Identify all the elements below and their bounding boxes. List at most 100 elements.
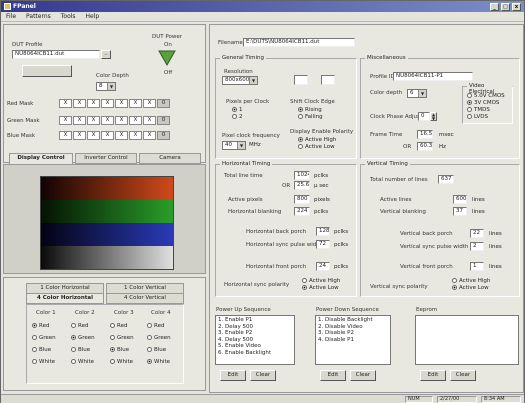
menu-patterns[interactable]: Patterns — [21, 12, 56, 21]
video-5v-cmos-radio[interactable]: 5.0V CMOS — [467, 93, 505, 99]
color-1-red-radio[interactable]: Red — [32, 323, 49, 329]
color-1-blue-radio[interactable]: Blue — [32, 347, 51, 353]
frame-time-field[interactable]: 16.57 — [417, 130, 433, 139]
mask-cell[interactable]: 0 — [157, 131, 170, 140]
color-4-green-radio[interactable]: Green — [147, 335, 171, 341]
horizontal-blanking-field[interactable]: 224 — [294, 207, 310, 216]
mask-cell[interactable]: X — [73, 99, 86, 108]
list-item[interactable]: 4. Disable P1 — [318, 337, 388, 344]
mask-cell[interactable]: X — [115, 131, 128, 140]
mask-cell[interactable]: X — [115, 116, 128, 125]
dut-profile-field[interactable]: NU8064ICB11.dut — [12, 50, 100, 59]
connect-button[interactable] — [22, 65, 72, 77]
clock-phase-spinner[interactable]: ▲ ▼ — [430, 112, 437, 121]
v-sync-width-field[interactable]: 2 — [470, 242, 484, 251]
close-button[interactable]: x — [512, 3, 521, 11]
active-lines-field[interactable]: 600 — [453, 195, 467, 204]
h-back-porch-field[interactable]: 128 — [316, 227, 330, 236]
v-polarity-high-radio[interactable]: Active High — [452, 278, 490, 284]
active-pixels-field[interactable]: 800 — [294, 195, 310, 204]
color-depth-select[interactable]: 8 ▼ — [96, 82, 116, 91]
frame-rate-field[interactable]: 60.35 — [417, 142, 433, 151]
mask-cell[interactable]: X — [101, 116, 114, 125]
mask-cell[interactable]: X — [129, 99, 142, 108]
mask-cell[interactable]: X — [101, 99, 114, 108]
mask-cell[interactable]: X — [59, 99, 72, 108]
power-led-icon[interactable] — [157, 49, 177, 67]
power-down-clear-button[interactable]: Clear — [350, 370, 376, 381]
video-tmds-radio[interactable]: TMDS — [467, 107, 490, 113]
de-active-low-radio[interactable]: Active Low — [298, 144, 335, 150]
filename-field[interactable]: E:\DUTS\NU8064ICB11.dut — [243, 38, 355, 47]
eeprom-list[interactable] — [415, 315, 519, 365]
color-4-red-radio[interactable]: Red — [147, 323, 164, 329]
mask-cell[interactable]: X — [129, 131, 142, 140]
total-lines-field[interactable]: 637 — [438, 175, 454, 184]
power-up-list[interactable]: 1. Enable P1 2. Delay 500 3. Enable P2 4… — [215, 315, 295, 365]
mask-cell[interactable]: X — [59, 116, 72, 125]
color-3-blue-radio[interactable]: Blue — [110, 347, 129, 353]
clock-phase-field[interactable]: 0 — [418, 112, 430, 121]
color-2-white-radio[interactable]: White — [71, 359, 94, 365]
mask-cell[interactable]: X — [143, 131, 156, 140]
tab-display-control[interactable]: Display Control — [9, 153, 73, 164]
h-sync-width-field[interactable]: 72 — [316, 240, 330, 249]
line-time-usec-field[interactable]: 25.6 — [294, 181, 310, 190]
vertical-blanking-field[interactable]: 37 — [453, 207, 467, 216]
h-polarity-high-radio[interactable]: Active High — [302, 278, 340, 284]
eeprom-clear-button[interactable]: Clear — [450, 370, 476, 381]
color-4-white-radio[interactable]: White — [147, 359, 170, 365]
mask-cell[interactable]: X — [101, 131, 114, 140]
mask-cell[interactable]: X — [87, 116, 100, 125]
color-2-red-radio[interactable]: Red — [71, 323, 88, 329]
color-3-white-radio[interactable]: White — [110, 359, 133, 365]
power-down-list[interactable]: 1. Disable Backlight 2. Disable Video 3.… — [315, 315, 391, 365]
list-item[interactable]: 6. Enable Backlight — [218, 350, 292, 357]
tab-inverter-control[interactable]: Inverter Control — [75, 153, 137, 164]
mask-cell[interactable]: X — [59, 131, 72, 140]
color-2-blue-radio[interactable]: Blue — [71, 347, 90, 353]
v-polarity-low-radio[interactable]: Active Low — [452, 285, 489, 291]
menu-file[interactable]: File — [1, 12, 21, 21]
mask-cell[interactable]: X — [143, 116, 156, 125]
color-4-blue-radio[interactable]: Blue — [147, 347, 166, 353]
eeprom-edit-button[interactable]: Edit — [420, 370, 446, 381]
mask-cell[interactable]: X — [143, 99, 156, 108]
custom-height-field[interactable] — [321, 75, 335, 85]
falling-edge-radio[interactable]: Falling — [298, 114, 323, 120]
color-2-green-radio[interactable]: Green — [71, 335, 95, 341]
mask-cell[interactable]: X — [73, 131, 86, 140]
rising-edge-radio[interactable]: Rising — [298, 107, 322, 113]
menu-help[interactable]: Help — [81, 12, 105, 21]
mask-cell[interactable]: X — [115, 99, 128, 108]
h-polarity-low-radio[interactable]: Active Low — [302, 285, 339, 291]
mask-cell[interactable]: 0 — [157, 116, 170, 125]
color-depth-misc-select[interactable]: 6 ▼ — [407, 89, 427, 98]
v-back-porch-field[interactable]: 22 — [470, 229, 484, 238]
power-down-edit-button[interactable]: Edit — [320, 370, 346, 381]
color-1-white-radio[interactable]: White — [32, 359, 55, 365]
menu-tools[interactable]: Tools — [56, 12, 81, 21]
custom-width-field[interactable] — [294, 75, 308, 85]
color-1-green-radio[interactable]: Green — [32, 335, 56, 341]
color-3-red-radio[interactable]: Red — [110, 323, 127, 329]
video-lvds-radio[interactable]: LVDS — [467, 114, 488, 120]
color-3-green-radio[interactable]: Green — [110, 335, 134, 341]
power-up-clear-button[interactable]: Clear — [250, 370, 276, 381]
de-active-high-radio[interactable]: Active High — [298, 137, 336, 143]
ppc-1-radio[interactable]: 1 — [232, 107, 243, 113]
h-front-porch-field[interactable]: 24 — [316, 262, 330, 271]
maximize-button[interactable]: □ — [501, 3, 510, 11]
mask-cell[interactable]: X — [87, 99, 100, 108]
mask-cell[interactable]: X — [87, 131, 100, 140]
ppc-2-radio[interactable]: 2 — [232, 114, 243, 120]
tab-4-color-vertical[interactable]: 4 Color Vertical — [106, 293, 184, 304]
v-front-porch-field[interactable]: 1 — [470, 262, 484, 271]
total-line-time-field[interactable]: 1024 — [294, 171, 310, 180]
minimize-button[interactable]: _ — [490, 3, 499, 11]
profile-id-field[interactable]: NU8064ICB11-P1 — [393, 72, 473, 81]
video-3v-cmos-radio[interactable]: 3V CMOS — [467, 100, 499, 106]
mask-cell[interactable]: X — [73, 116, 86, 125]
resolution-select[interactable]: 800x600 ▼ — [222, 76, 258, 85]
mask-cell[interactable]: 0 — [157, 99, 170, 108]
